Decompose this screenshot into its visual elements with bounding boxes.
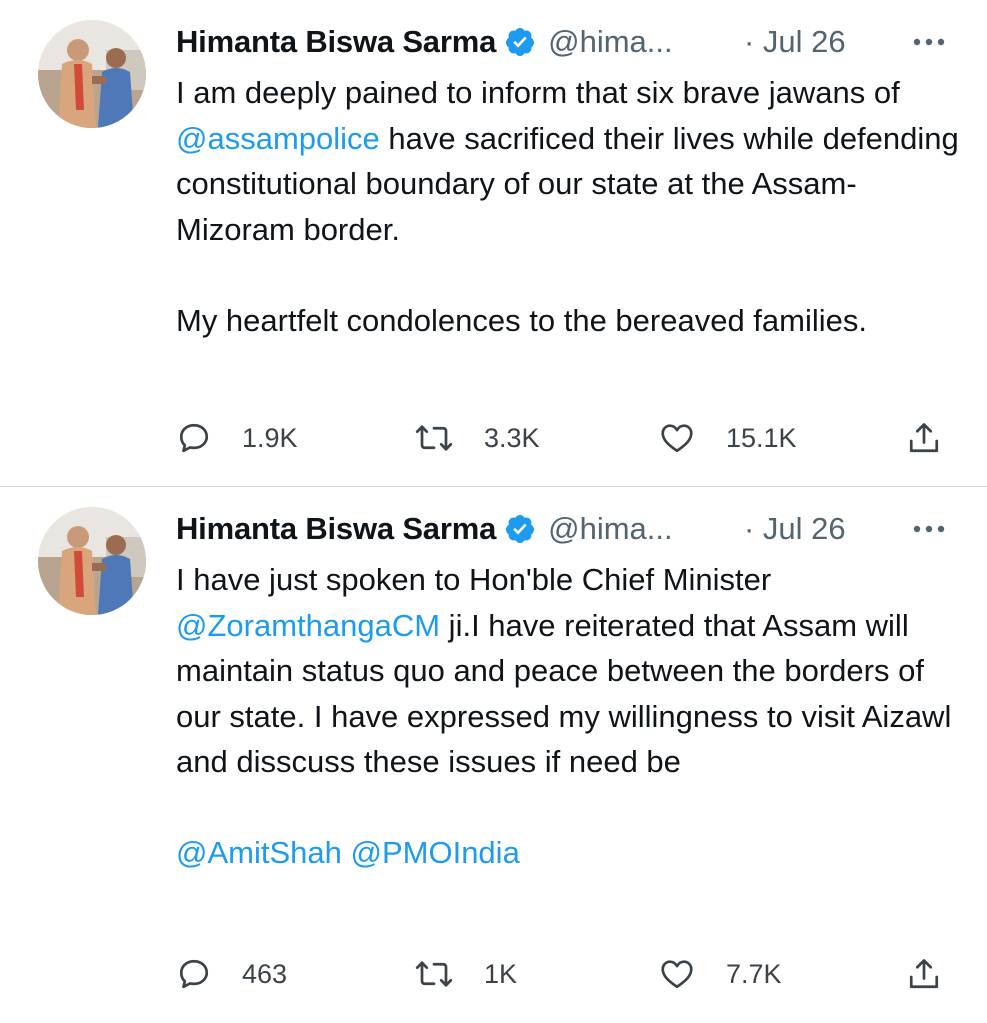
author-name[interactable]: Himanta Biswa Sarma — [176, 24, 496, 60]
tweet-actions: 1.9K 3.3K 15.1K — [176, 416, 956, 460]
retweet-icon — [415, 425, 453, 451]
reply-count: 1.9K — [242, 422, 298, 453]
like-count: 7.7K — [726, 958, 782, 989]
mention-link[interactable]: @PMOIndia — [351, 835, 520, 870]
tweet-date[interactable]: · Jul 26 — [744, 24, 846, 60]
retweet-icon — [415, 961, 453, 987]
mention-link[interactable]: @ZoramthangaCM — [176, 608, 440, 643]
more-icon[interactable] — [911, 30, 947, 54]
reply-button[interactable]: 1.9K — [176, 416, 298, 460]
like-button[interactable]: 7.7K — [658, 952, 782, 996]
author-name[interactable]: Himanta Biswa Sarma — [176, 511, 496, 547]
mention-link[interactable]: @AmitShah — [176, 835, 342, 870]
reply-icon — [179, 423, 209, 453]
like-icon — [661, 960, 693, 989]
avatar[interactable] — [38, 507, 146, 615]
verified-badge-icon — [504, 513, 536, 545]
text-segment: My heartfelt condolences to the bereaved… — [176, 302, 867, 338]
avatar[interactable] — [38, 20, 146, 128]
tweet[interactable]: Himanta Biswa Sarma @hima... · Jul 26 I … — [0, 0, 987, 486]
share-button[interactable] — [906, 952, 942, 996]
reply-icon — [179, 959, 209, 989]
retweet-count: 3.3K — [484, 422, 540, 453]
mention-link[interactable]: @assampolice — [176, 121, 380, 156]
reply-count: 463 — [242, 958, 288, 989]
tweet-header: Himanta Biswa Sarma @hima... · Jul 26 — [176, 507, 956, 551]
like-count: 15.1K — [726, 422, 797, 453]
text-segment: I am deeply pained to inform that six br… — [176, 75, 909, 110]
like-icon — [661, 424, 693, 453]
retweet-button[interactable]: 3.3K — [414, 416, 540, 460]
author-handle[interactable]: @hima... — [548, 24, 673, 60]
verified-badge-icon — [504, 26, 536, 58]
tweet-text: I am deeply pained to inform that six br… — [176, 70, 966, 343]
retweet-button[interactable]: 1K — [414, 952, 517, 996]
tweet-text: I have just spoken to Hon'ble Chief Mini… — [176, 557, 966, 876]
share-icon — [909, 423, 939, 453]
text-segment: I have just spoken to Hon'ble Chief Mini… — [176, 562, 780, 597]
tweet-date[interactable]: · Jul 26 — [744, 511, 846, 547]
more-icon[interactable] — [911, 517, 947, 541]
author-handle[interactable]: @hima... — [548, 511, 673, 547]
tweet-header: Himanta Biswa Sarma @hima... · Jul 26 — [176, 20, 956, 64]
tweet-actions: 463 1K 7.7K — [176, 952, 956, 996]
share-button[interactable] — [906, 416, 942, 460]
reply-button[interactable]: 463 — [176, 952, 287, 996]
retweet-count: 1K — [484, 958, 518, 989]
like-button[interactable]: 15.1K — [658, 416, 797, 460]
share-icon — [909, 959, 939, 989]
tweet[interactable]: Himanta Biswa Sarma @hima... · Jul 26 I … — [0, 487, 987, 1023]
